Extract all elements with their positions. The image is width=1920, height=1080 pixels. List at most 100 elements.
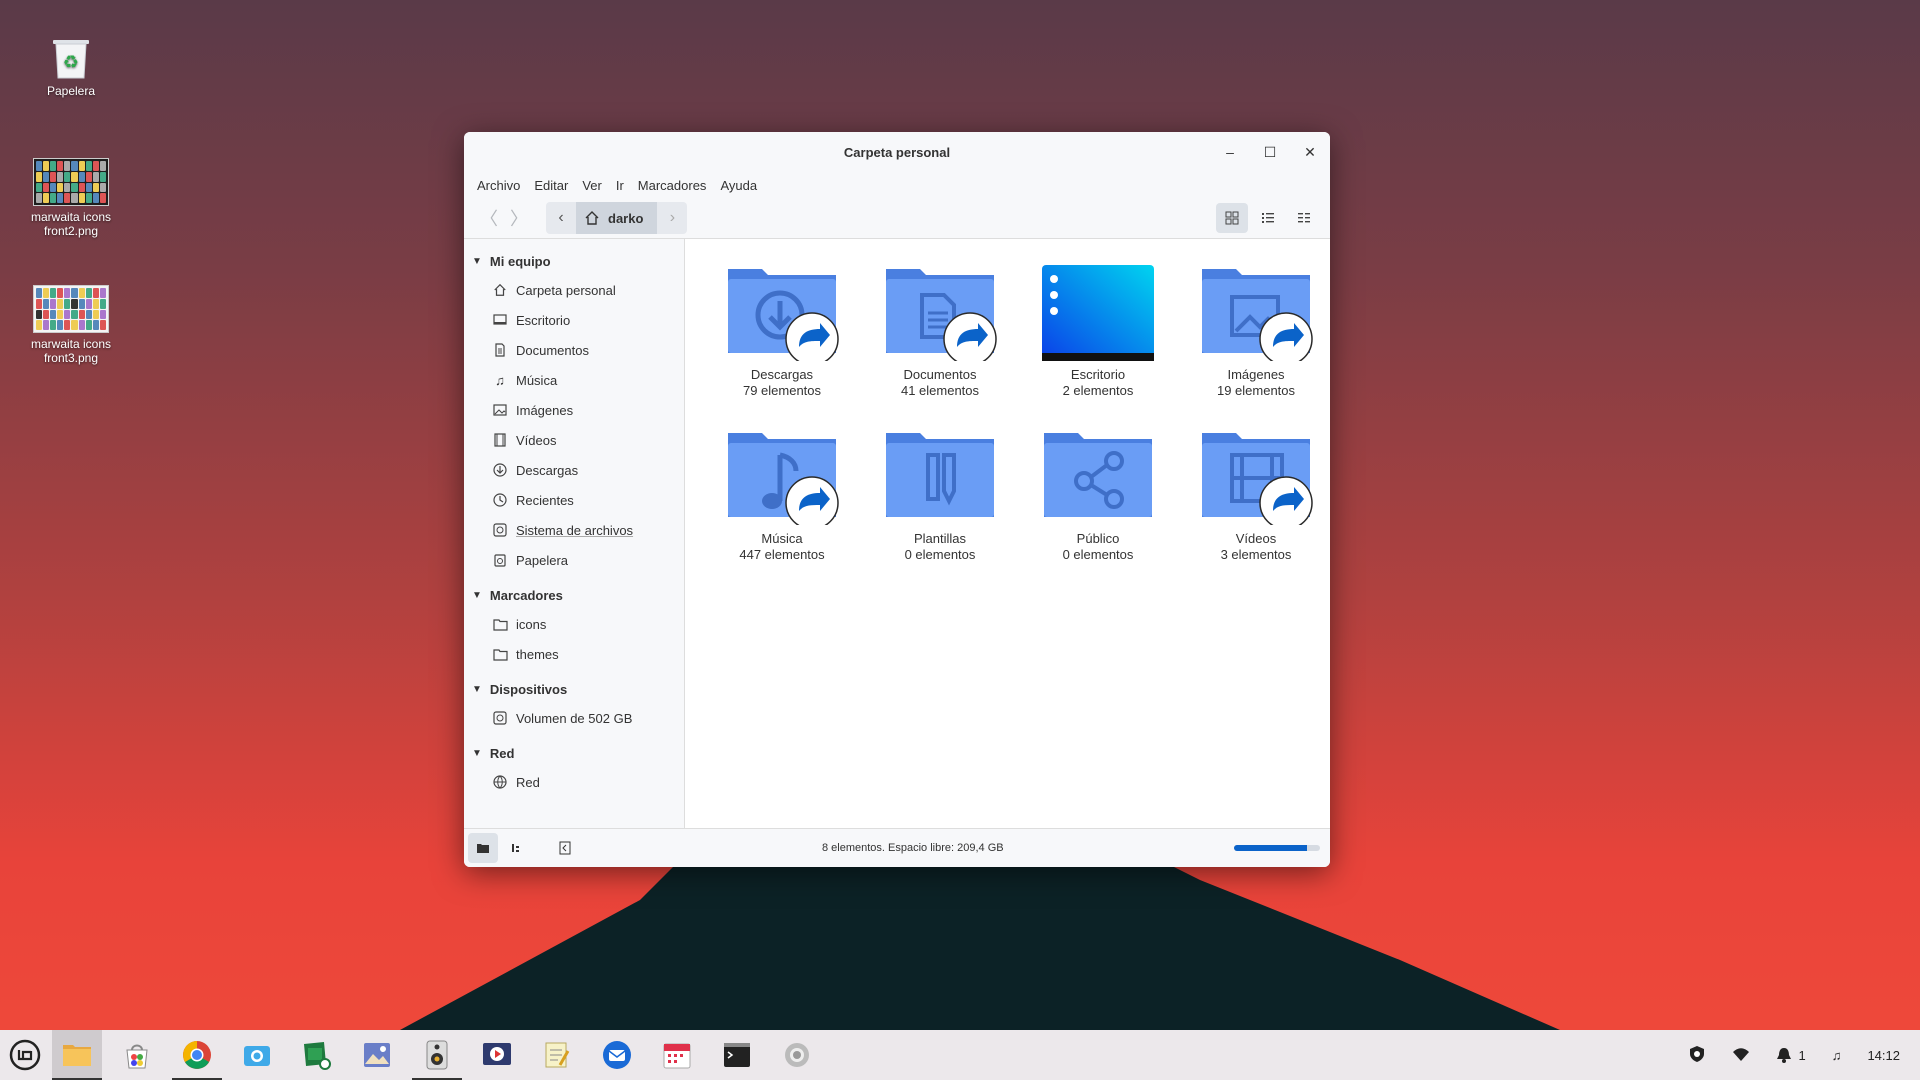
thunderbird-icon xyxy=(603,1041,631,1069)
sidebar-section-red[interactable]: ▼ Red xyxy=(464,739,684,767)
taskbar-menu-button[interactable] xyxy=(0,1030,50,1080)
taskbar-calendar[interactable] xyxy=(652,1030,702,1080)
sidebar-item-videos[interactable]: Vídeos xyxy=(464,425,684,455)
notification-count: 1 xyxy=(1798,1047,1806,1063)
file-count: 3 elementos xyxy=(1220,547,1292,562)
minimize-button[interactable]: – xyxy=(1218,140,1242,164)
wifi-icon[interactable] xyxy=(1732,1046,1750,1065)
sidebar-item-papelera[interactable]: Papelera xyxy=(464,545,684,575)
taskbar-terminal[interactable] xyxy=(712,1030,762,1080)
file-item-escritorio[interactable]: Escritorio 2 elementos xyxy=(1019,261,1177,399)
settings-icon xyxy=(785,1043,809,1067)
image-thumbnail xyxy=(33,158,109,206)
status-text: 8 elementos. Espacio libre: 209,4 GB xyxy=(822,842,1004,854)
sidebar-item-themes[interactable]: themes xyxy=(464,639,684,669)
menu-editar[interactable]: Editar xyxy=(527,178,575,193)
drive-icon xyxy=(492,710,508,726)
taskbar-settings[interactable] xyxy=(772,1030,822,1080)
videos-folder-icon xyxy=(1198,425,1314,530)
section-title: Red xyxy=(489,745,515,761)
breadcrumb-home[interactable]: darko xyxy=(576,202,658,234)
section-title: Mi equipo xyxy=(489,253,551,269)
breadcrumb-right-arrow-icon[interactable]: › xyxy=(657,209,687,227)
sidebar-item-carpeta-personal[interactable]: Carpeta personal xyxy=(464,275,684,305)
sound-icon[interactable]: ♫ xyxy=(1832,1048,1842,1063)
file-item-imagenes[interactable]: Imágenes 19 elementos xyxy=(1177,261,1330,399)
sheets-icon xyxy=(304,1042,331,1070)
icon-view-button[interactable] xyxy=(1216,203,1248,233)
breadcrumb-left-arrow-icon[interactable]: ‹ xyxy=(546,209,576,227)
taskbar-camera[interactable] xyxy=(232,1030,282,1080)
sidebar-item-recientes[interactable]: Recientes xyxy=(464,485,684,515)
sidebar-item-documentos[interactable]: Documentos xyxy=(464,335,684,365)
taskbar-chrome[interactable] xyxy=(172,1030,222,1080)
sidebar-item-red[interactable]: Red xyxy=(464,767,684,797)
compact-list-icon xyxy=(1298,213,1310,223)
templates-folder-icon xyxy=(882,425,998,525)
compact-view-button[interactable] xyxy=(1288,203,1320,233)
forward-button[interactable]: 〉 xyxy=(504,203,534,233)
toggle-sidebar-button[interactable] xyxy=(550,833,580,863)
titlebar[interactable]: Carpeta personal – ☐ ✕ xyxy=(464,132,1330,172)
triangle-down-icon: ▼ xyxy=(472,589,482,601)
taskbar-video[interactable] xyxy=(472,1030,522,1080)
list-view-button[interactable] xyxy=(1252,203,1284,233)
software-icon xyxy=(126,1044,148,1069)
sidebar-item-volumen[interactable]: Volumen de 502 GB xyxy=(464,703,684,733)
file-item-documentos[interactable]: Documentos 41 elementos xyxy=(861,261,1019,399)
file-item-musica[interactable]: Música 447 elementos xyxy=(703,425,861,563)
close-button[interactable]: ✕ xyxy=(1298,140,1322,164)
menu-ver[interactable]: Ver xyxy=(575,178,609,193)
sidebar-item-descargas[interactable]: Descargas xyxy=(464,455,684,485)
taskbar-notes[interactable] xyxy=(532,1030,582,1080)
notifications-tray[interactable]: 1 xyxy=(1776,1047,1806,1063)
file-item-plantillas[interactable]: Plantillas 0 elementos xyxy=(861,425,1019,563)
file-item-publico[interactable]: Público 0 elementos xyxy=(1019,425,1177,563)
sidebar-item-label: Imágenes xyxy=(516,402,574,418)
breadcrumb: ‹ darko › xyxy=(546,202,688,234)
show-tree-button[interactable] xyxy=(502,833,532,863)
clock[interactable]: 14:12 xyxy=(1867,1048,1900,1063)
taskbar-thunderbird[interactable] xyxy=(592,1030,642,1080)
desktop-trash[interactable]: ♻ Papelera xyxy=(16,34,126,98)
sidebar-section-marcadores[interactable]: ▼ Marcadores xyxy=(464,581,684,609)
desktop-file-front3[interactable]: marwaita icons front3.png xyxy=(16,285,126,365)
menu-icon xyxy=(9,1039,41,1071)
sidebar-item-label: Recientes xyxy=(516,492,574,508)
breadcrumb-label: darko xyxy=(608,210,644,226)
sidebar-item-icons[interactable]: icons xyxy=(464,609,684,639)
sidebar-item-escritorio[interactable]: Escritorio xyxy=(464,305,684,335)
sidebar-item-imagenes[interactable]: Imágenes xyxy=(464,395,684,425)
notification-bell-icon xyxy=(1777,1048,1792,1063)
sidebar-item-sistema-de-archivos[interactable]: Sistema de archivos xyxy=(464,515,684,545)
sidebar-section-dispositivos[interactable]: ▼ Dispositivos xyxy=(464,675,684,703)
desktop-file-front2[interactable]: marwaita icons front2.png xyxy=(16,158,126,238)
image-viewer-icon xyxy=(364,1043,390,1067)
taskbar-files[interactable] xyxy=(52,1030,102,1080)
menu-ir[interactable]: Ir xyxy=(609,178,631,193)
sidebar-section-mi-equipo[interactable]: ▼ Mi equipo xyxy=(464,247,684,275)
file-view[interactable]: Descargas 79 elementos Documentos 41 ele… xyxy=(685,239,1330,828)
download-icon xyxy=(492,462,508,478)
menu-marcadores[interactable]: Marcadores xyxy=(631,178,714,193)
back-button[interactable]: 〈 xyxy=(474,203,504,233)
taskbar-audio[interactable] xyxy=(412,1030,462,1080)
shield-icon[interactable] xyxy=(1688,1045,1706,1066)
taskbar-software[interactable] xyxy=(112,1030,162,1080)
file-item-descargas[interactable]: Descargas 79 elementos xyxy=(703,261,861,399)
image-icon xyxy=(492,402,508,418)
home-icon xyxy=(492,282,508,298)
menu-ayuda[interactable]: Ayuda xyxy=(713,178,764,193)
maximize-button[interactable]: ☐ xyxy=(1258,140,1282,164)
folder-icon xyxy=(492,646,508,662)
file-name: Descargas xyxy=(750,367,814,382)
taskbar-image-viewer[interactable] xyxy=(352,1030,402,1080)
show-places-button[interactable] xyxy=(468,833,498,863)
camera-icon xyxy=(244,1046,270,1066)
section-title: Dispositivos xyxy=(489,681,568,697)
menu-archivo[interactable]: Archivo xyxy=(470,178,527,193)
taskbar-sheets[interactable] xyxy=(292,1030,342,1080)
file-item-videos[interactable]: Vídeos 3 elementos xyxy=(1177,425,1330,563)
chrome-icon xyxy=(183,1041,211,1069)
sidebar-item-musica[interactable]: ♫ Música xyxy=(464,365,684,395)
